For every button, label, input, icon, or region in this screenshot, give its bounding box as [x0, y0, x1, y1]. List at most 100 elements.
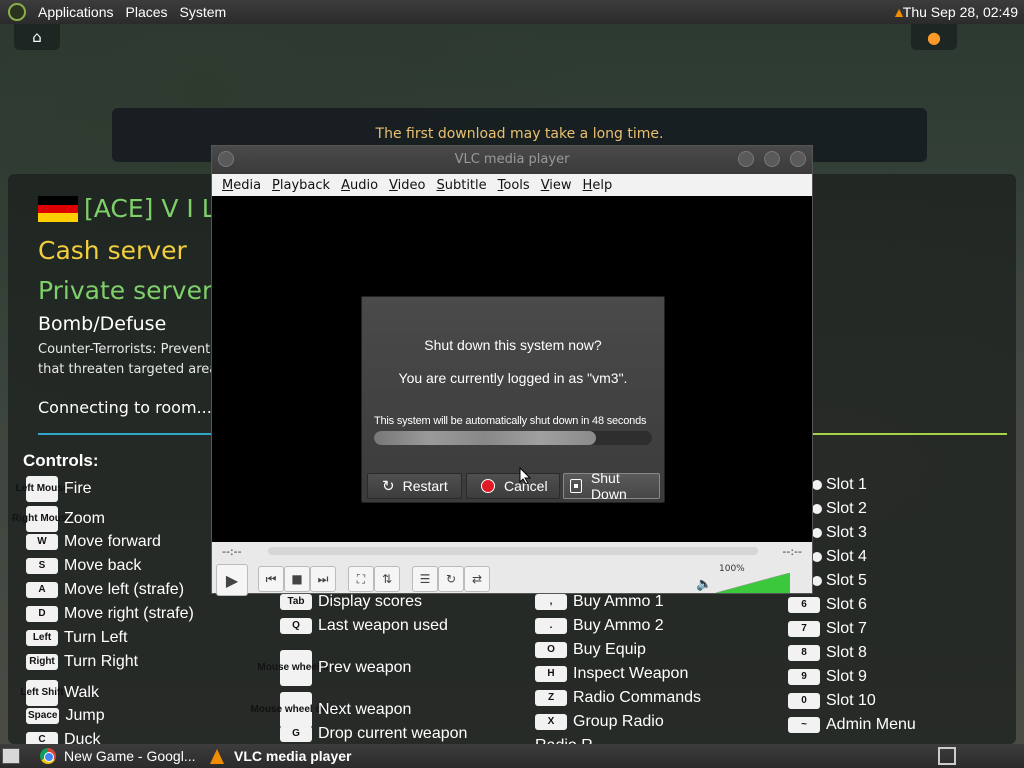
- seek-slider[interactable]: [268, 547, 758, 555]
- control-action: Inspect Weapon: [573, 665, 689, 682]
- control-row: X Group Radio: [535, 713, 664, 731]
- key-cap: 9: [788, 669, 820, 685]
- cancel-button[interactable]: Cancel: [466, 473, 560, 499]
- dialog-user-line: You are currently logged in as "vm3".: [398, 370, 628, 386]
- loop-button[interactable]: ↻: [438, 566, 464, 592]
- menu-playback[interactable]: Playback: [272, 178, 330, 193]
- key-cap: 6: [788, 597, 820, 613]
- menu-tools[interactable]: Tools: [498, 178, 530, 193]
- next-icon: ⏭: [317, 571, 329, 586]
- mouse-cursor-icon: [519, 467, 531, 485]
- control-action: Slot 1: [826, 476, 867, 493]
- close-button[interactable]: [790, 151, 806, 167]
- key-cap: S: [26, 558, 58, 574]
- places-menu[interactable]: Places: [120, 4, 174, 20]
- control-row: A Move left (strafe): [26, 581, 184, 599]
- key-cap: Left Mouse: [16, 476, 68, 502]
- party-button[interactable]: ●: [911, 24, 957, 50]
- speaker-icon[interactable]: 🔈: [696, 577, 712, 592]
- playback-controls: ▶ ⏮ ■ ⏭ ⛶ ⇅ ☰ ↻ ⇄ 🔈 100%: [212, 562, 812, 596]
- key-cap: Right: [26, 654, 58, 670]
- control-action: Move forward: [64, 533, 161, 550]
- seek-row: --:-- --:--: [212, 542, 812, 562]
- key-cap: H: [535, 666, 567, 682]
- applications-menu[interactable]: Applications: [32, 4, 120, 20]
- control-action: Buy Ammo 1: [573, 593, 664, 610]
- progress-fill: [374, 431, 597, 445]
- dialog-countdown: This system will be automatically shut d…: [374, 415, 647, 427]
- vlc-titlebar[interactable]: VLC media player: [212, 146, 812, 174]
- taskbar-item-chrome[interactable]: New Game - Googl...: [36, 744, 200, 768]
- key-cap: W: [26, 534, 58, 550]
- shutdown-dialog: Shut down this system now? You are curre…: [361, 296, 665, 503]
- control-action: Zoom: [64, 510, 105, 527]
- menu-audio[interactable]: Audio: [341, 178, 378, 193]
- play-button[interactable]: ▶: [216, 564, 248, 596]
- time-total[interactable]: --:--: [782, 545, 802, 558]
- shutdown-icon: [570, 479, 582, 493]
- control-row: H Inspect Weapon: [535, 665, 688, 683]
- key-cap: 8: [788, 645, 820, 661]
- distro-logo-icon[interactable]: [8, 3, 26, 21]
- window-menu-button[interactable]: [218, 151, 234, 167]
- system-menu[interactable]: System: [174, 4, 233, 20]
- key-cap: O: [535, 642, 567, 658]
- divider: [811, 433, 1007, 435]
- stop-button[interactable]: ■: [284, 566, 310, 592]
- control-action: Admin Menu: [826, 716, 916, 733]
- home-icon: ⌂: [32, 28, 42, 46]
- menu-view[interactable]: View: [541, 178, 572, 193]
- key-cap: Mouse wheel down: [250, 692, 342, 728]
- menu-subtitle[interactable]: Subtitle: [436, 178, 486, 193]
- show-desktop-button[interactable]: [2, 748, 20, 764]
- control-action: Turn Left: [64, 629, 128, 646]
- control-action: Slot 5: [826, 572, 867, 589]
- germany-flag-icon: [38, 196, 78, 222]
- control-action: Slot 9: [826, 668, 867, 685]
- taskbar-item-vlc[interactable]: VLC media player: [204, 744, 384, 768]
- next-button[interactable]: ⏭: [310, 566, 336, 592]
- control-row: 0 Slot 10: [788, 692, 876, 710]
- home-button[interactable]: ⌂: [14, 24, 60, 50]
- menu-media[interactable]: Media: [222, 178, 261, 193]
- key-cap: 7: [788, 621, 820, 637]
- control-action: Buy Equip: [573, 641, 646, 658]
- bottom-panel: New Game - Googl... VLC media player: [0, 744, 1024, 768]
- key-cap: ~: [788, 717, 820, 733]
- menu-video[interactable]: Video: [389, 178, 425, 193]
- key-cap: [812, 480, 822, 490]
- previous-button[interactable]: ⏮: [258, 566, 284, 592]
- control-row: ~ Admin Menu: [788, 716, 916, 734]
- key-cap: [812, 552, 822, 562]
- control-action: Prev weapon: [318, 659, 412, 676]
- shutdown-button[interactable]: Shut Down: [563, 470, 660, 502]
- dialog-question: Shut down this system now?: [424, 337, 602, 353]
- control-row: Space Jump: [26, 707, 105, 725]
- playlist-button[interactable]: ☰: [412, 566, 438, 592]
- minimize-button[interactable]: [738, 151, 754, 167]
- vlc-title: VLC media player: [454, 152, 570, 167]
- shutdown-progress-bar: [374, 431, 652, 445]
- control-row: S Move back: [26, 557, 141, 575]
- key-cap: D: [26, 606, 58, 622]
- control-action: Slot 7: [826, 620, 867, 637]
- divider: [38, 433, 213, 435]
- menu-help[interactable]: Help: [583, 178, 613, 193]
- chrome-icon: [40, 748, 56, 764]
- shuffle-button[interactable]: ⇄: [464, 566, 490, 592]
- control-action: Walk: [64, 684, 99, 701]
- control-row: Z Radio Commands: [535, 689, 701, 707]
- extended-settings-button[interactable]: ⇅: [374, 566, 400, 592]
- workspace-switcher[interactable]: [938, 747, 956, 765]
- fullscreen-button[interactable]: ⛶: [348, 566, 374, 592]
- restart-button[interactable]: ↻ Restart: [367, 473, 462, 499]
- clock[interactable]: Thu Sep 28, 02:49: [903, 4, 1018, 20]
- maximize-button[interactable]: [764, 151, 780, 167]
- key-cap: Q: [280, 618, 312, 634]
- volume-slider[interactable]: [715, 572, 791, 594]
- control-row: 6 Slot 6: [788, 596, 867, 614]
- key-cap: Tab: [280, 594, 312, 610]
- key-cap: G: [280, 726, 312, 742]
- controls-title: Controls:: [23, 451, 99, 470]
- control-row: , Buy Ammo 1: [535, 593, 664, 611]
